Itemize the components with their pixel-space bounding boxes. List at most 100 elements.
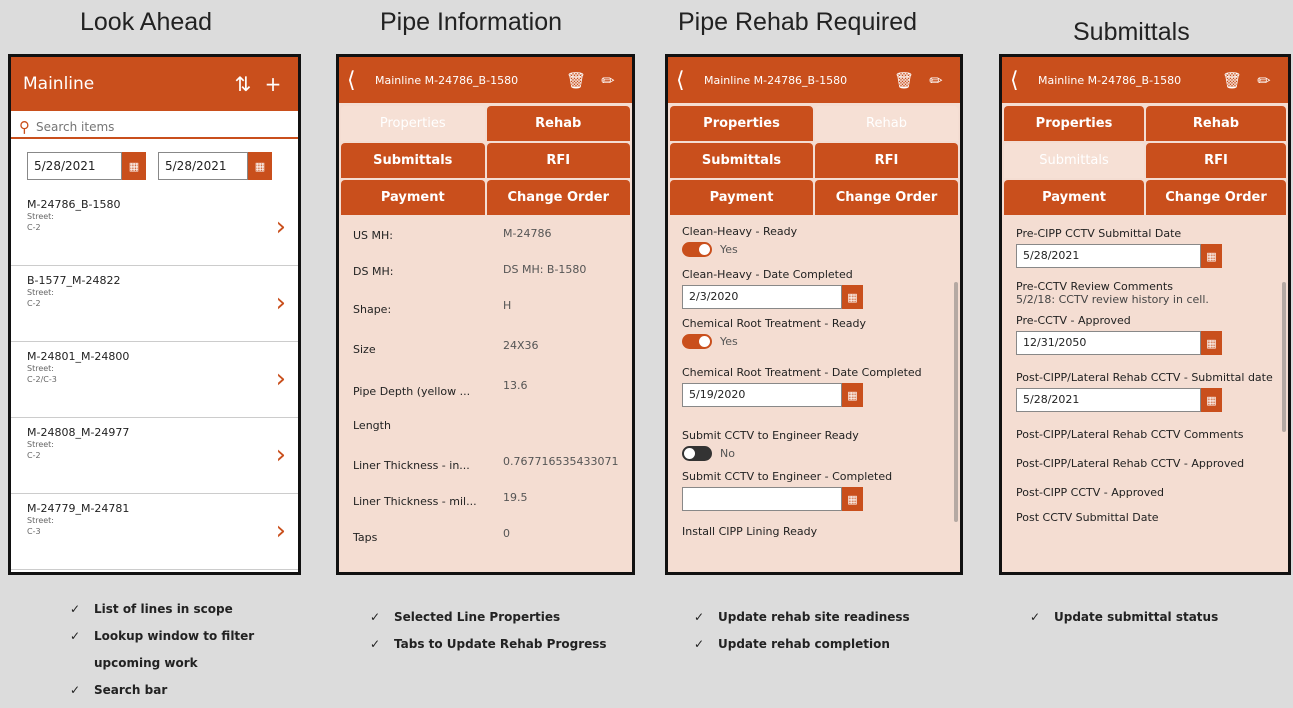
date-field[interactable]: 5/19/2020 (682, 383, 842, 407)
chevron-right-icon[interactable]: › (276, 212, 286, 242)
property-value: M-24786 (503, 227, 552, 240)
chevron-right-icon[interactable]: › (276, 440, 286, 470)
trash-icon[interactable]: 🗑 (1216, 71, 1248, 90)
back-icon[interactable]: ⟨ (347, 68, 375, 93)
tab-payment[interactable]: Payment (341, 180, 485, 215)
date-picker[interactable]: 12/31/2050 ▦ (1016, 331, 1274, 355)
date-picker[interactable]: 5/28/2021 ▦ (1016, 244, 1274, 268)
date-to-picker[interactable]: 5/28/2021 ▦ (158, 152, 272, 180)
property-label: Pipe Depth (yellow ... (353, 385, 471, 398)
edit-icon[interactable]: ✏ (1248, 71, 1280, 90)
calendar-icon[interactable]: ▦ (248, 152, 272, 180)
calendar-icon[interactable]: ▦ (842, 487, 863, 511)
tab-payment[interactable]: Payment (670, 180, 813, 215)
bullet-item: ✓ Search bar (70, 683, 168, 697)
list-item[interactable]: B-1577_M-24822 Street: C-2 › (11, 266, 298, 342)
toggle-switch[interactable] (682, 242, 712, 257)
tab-rfi[interactable]: RFI (486, 143, 630, 178)
edit-icon[interactable]: ✏ (920, 71, 952, 90)
cctv-engineer-ready-toggle[interactable]: No (682, 446, 735, 461)
date-from-picker[interactable]: 5/28/2021 ▦ (27, 152, 146, 180)
tab-properties[interactable]: Properties (341, 106, 485, 141)
list-item[interactable]: M-24779_M-24781 Street: C-3 › (11, 494, 298, 570)
property-label: Liner Thickness - mil... (353, 495, 477, 508)
chevron-right-icon[interactable]: › (276, 364, 286, 394)
date-picker[interactable]: 5/19/2020 ▦ (682, 383, 946, 407)
date-picker[interactable]: ▦ (682, 487, 946, 511)
screen-title: Mainline M-24786_B-1580 (375, 73, 519, 87)
bullet-item: upcoming work (94, 656, 198, 670)
tab-properties[interactable]: Properties (1004, 106, 1144, 141)
calendar-icon[interactable]: ▦ (122, 152, 146, 180)
app-header: Mainline ⇅ + (11, 57, 298, 111)
calendar-icon[interactable]: ▦ (842, 285, 863, 309)
calendar-icon[interactable]: ▦ (1201, 331, 1222, 355)
bullet-item: ✓ List of lines in scope (70, 602, 233, 616)
tab-submittals[interactable]: Submittals (1004, 143, 1144, 178)
field-label: Post-CIPP CCTV - Approved (1016, 486, 1165, 499)
bullets-submittals: ✓ Update submittal status (1030, 604, 1218, 631)
field-label: Submit CCTV to Engineer Ready (682, 429, 859, 442)
tab-properties[interactable]: Properties (670, 106, 813, 141)
tab-change-order[interactable]: Change Order (815, 180, 958, 215)
tab-rehab[interactable]: Rehab (1146, 106, 1286, 141)
tab-rfi[interactable]: RFI (815, 143, 958, 178)
trash-icon[interactable]: 🗑 (888, 71, 920, 90)
trash-icon[interactable]: 🗑 (560, 71, 592, 90)
tab-rehab[interactable]: Rehab (815, 106, 958, 141)
list-item[interactable]: M-24808_M-24977 Street: C-2 › (11, 418, 298, 494)
sort-icon[interactable]: ⇅ (228, 72, 258, 96)
property-value: 0.767716535433071 (503, 455, 619, 468)
calendar-icon[interactable]: ▦ (842, 383, 863, 407)
field-label: Post-CIPP/Lateral Rehab CCTV - Approved (1016, 457, 1245, 470)
tab-submittals[interactable]: Submittals (670, 143, 813, 178)
chevron-right-icon[interactable]: › (276, 288, 286, 318)
search-input[interactable] (36, 120, 276, 134)
scrollbar[interactable] (1282, 282, 1286, 432)
item-street: Street: (27, 440, 55, 449)
property-row: Liner Thickness - in... 0.767716535433071 (353, 451, 618, 487)
back-icon[interactable]: ⟨ (1010, 68, 1038, 93)
app-header: ⟨ Mainline M-24786_B-1580 🗑 ✏ (1002, 57, 1288, 103)
edit-icon[interactable]: ✏ (592, 71, 624, 90)
tab-rfi[interactable]: RFI (1146, 143, 1286, 178)
item-name: M-24801_M-24800 (27, 350, 130, 363)
date-from-field[interactable]: 5/28/2021 (27, 152, 122, 180)
add-icon[interactable]: + (258, 72, 288, 96)
date-field[interactable]: 5/28/2021 (1016, 244, 1201, 268)
date-field[interactable] (682, 487, 842, 511)
root-treatment-ready-toggle[interactable]: Yes (682, 334, 738, 349)
date-picker[interactable]: 5/28/2021 ▦ (1016, 388, 1274, 412)
chevron-right-icon[interactable]: › (276, 516, 286, 546)
look-ahead-screen: Mainline ⇅ + ⚲ 5/28/2021 ▦ 5/28/2021 ▦ M… (8, 54, 301, 575)
screen-title: Mainline M-24786_B-1580 (1038, 73, 1182, 87)
item-code: C-2/C-3 (27, 375, 57, 384)
calendar-icon[interactable]: ▦ (1201, 388, 1222, 412)
date-to-field[interactable]: 5/28/2021 (158, 152, 248, 180)
list-item[interactable]: M-24786_B-1580 Street: C-2 › (11, 190, 298, 266)
tab-rehab[interactable]: Rehab (486, 106, 630, 141)
date-field[interactable]: 5/28/2021 (1016, 388, 1201, 412)
toggle-switch[interactable] (682, 446, 712, 461)
bullet-item: ✓ Selected Line Properties (370, 610, 561, 624)
item-name: B-1577_M-24822 (27, 274, 121, 287)
tab-change-order[interactable]: Change Order (1146, 180, 1286, 215)
tab-submittals[interactable]: Submittals (341, 143, 485, 178)
toggle-label: No (720, 447, 735, 460)
calendar-icon[interactable]: ▦ (1201, 244, 1222, 268)
property-row: DS MH: DS MH: B-1580 (353, 259, 618, 295)
date-picker[interactable]: 2/3/2020 ▦ (682, 285, 946, 309)
item-street: Street: (27, 288, 55, 297)
item-name: M-24779_M-24781 (27, 502, 130, 515)
tab-change-order[interactable]: Change Order (486, 180, 630, 215)
item-name: M-24808_M-24977 (27, 426, 130, 439)
date-field[interactable]: 2/3/2020 (682, 285, 842, 309)
scrollbar[interactable] (954, 282, 958, 522)
clean-heavy-ready-toggle[interactable]: Yes (682, 242, 738, 257)
back-icon[interactable]: ⟨ (676, 68, 704, 93)
property-label: Size (353, 343, 376, 356)
date-field[interactable]: 12/31/2050 (1016, 331, 1201, 355)
toggle-switch[interactable] (682, 334, 712, 349)
list-item[interactable]: M-24801_M-24800 Street: C-2/C-3 › (11, 342, 298, 418)
tab-payment[interactable]: Payment (1004, 180, 1144, 215)
